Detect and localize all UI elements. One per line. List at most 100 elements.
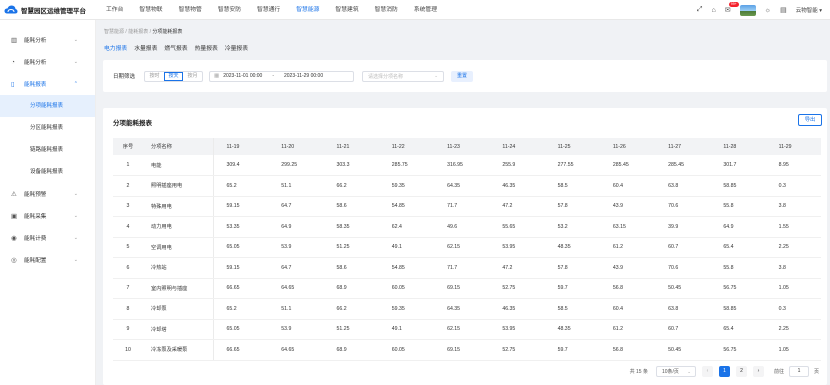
topnav-item[interactable]: 智慧消防 — [375, 0, 398, 20]
table-cell: 63.8 — [655, 298, 711, 320]
table-cell: 59.15 — [213, 257, 269, 279]
topnav-item[interactable]: 工作台 — [106, 0, 123, 20]
page-button-1[interactable]: 1 — [718, 366, 730, 377]
next-page-button[interactable]: › — [752, 366, 764, 377]
select-placeholder: 请选择分项名称 — [368, 73, 404, 80]
table-cell: 1.55 — [765, 216, 821, 238]
table-cell: 60.7 — [655, 319, 711, 340]
table-cell: 59.15 — [213, 196, 269, 217]
goto-page-input[interactable]: 1 — [788, 366, 809, 377]
table-cell: 64.7 — [268, 257, 324, 279]
topnav-item[interactable]: 智慧通行 — [257, 0, 280, 20]
sidebar-item-energy-config[interactable]: ◎ 能耗配置 ⌄ — [0, 249, 95, 271]
table-cell: 5 — [113, 237, 143, 258]
table-cell: 8.95 — [765, 155, 821, 176]
tab-report[interactable]: 冷量报表 — [225, 43, 248, 55]
sidebar-item-energy-analysis[interactable]: ▥ 能耗分析 ⌄ — [0, 29, 95, 51]
table-cell: 8 — [113, 298, 143, 320]
tab-report[interactable]: 燃气报表 — [164, 43, 187, 55]
date-range-picker[interactable]: ▦ 2023-11-01 00:00 - 2023-11-29 00:00 — [209, 70, 355, 82]
column-header: 11-21 — [323, 138, 379, 155]
topnav-item[interactable]: 智慧安防 — [218, 0, 241, 20]
table-cell: 39.9 — [655, 216, 711, 238]
breadcrumb-item[interactable]: 能耗报表 — [128, 29, 148, 35]
table-cell: 255.9 — [489, 155, 545, 176]
tab-report[interactable]: 热量报表 — [195, 43, 218, 55]
sidebar-subitem-zone-report[interactable]: 分区能耗报表 — [0, 117, 95, 139]
avatar[interactable] — [739, 4, 756, 16]
by-hour-button[interactable]: 按时 — [145, 72, 164, 81]
item-name-select[interactable]: 请选择分项名称 ⌄ — [362, 70, 445, 82]
tab-report[interactable]: 水量报表 — [134, 43, 157, 55]
table-cell: 303.3 — [323, 155, 379, 176]
by-day-button[interactable]: 按天 — [164, 71, 184, 81]
table-cell: 49.1 — [378, 237, 435, 258]
table-cell: 59.35 — [378, 175, 435, 197]
table-cell: 65.4 — [710, 319, 766, 340]
document-icon: ▯ — [11, 81, 15, 88]
table-cell: 59.7 — [544, 339, 600, 361]
home-icon[interactable]: ⌂ — [712, 7, 716, 14]
topnav-item[interactable]: 智慧能源 — [296, 0, 319, 20]
topnav-item[interactable]: 系统管理 — [414, 0, 437, 20]
table-cell: 58.5 — [544, 298, 600, 320]
sidebar-item-energy-warning[interactable]: ⚠ 能耗预警 ⌄ — [0, 183, 95, 205]
tab-report[interactable]: 电力报表 — [104, 43, 127, 55]
table-row: 5 空调用电 65.05 53.9 51.25 49.1 62.15 53.95 48.35 61… — [113, 237, 821, 258]
table-cell: 66.2 — [323, 298, 379, 320]
breadcrumb: 智慧能源 / 能耗报表 / 分项能耗报表 — [104, 28, 182, 35]
table-cell: 50.45 — [655, 339, 711, 361]
table-cell: 55.8 — [710, 196, 766, 217]
sidebar-subitem-link-report[interactable]: 链路能耗报表 — [0, 139, 95, 161]
app-logo[interactable]: 智慧园区运维管理平台 — [0, 5, 100, 15]
prev-page-button[interactable]: ‹ — [701, 366, 713, 377]
table-cell: 46.35 — [489, 298, 545, 320]
table-row: 4 动力用电 53.35 64.9 58.35 62.4 49.6 55.65 53.2 63.1… — [113, 216, 821, 238]
table-cell: 68.9 — [323, 278, 379, 299]
topnav-item[interactable]: 智慧建筑 — [335, 0, 358, 20]
column-header: 11-29 — [765, 138, 821, 155]
column-header: 11-24 — [489, 138, 545, 155]
table-cell: 55.65 — [489, 216, 545, 238]
sun-icon[interactable]: ☼ — [765, 7, 771, 14]
sidebar-item-energy-billing[interactable]: ◉ 能耗计费 ⌄ — [0, 227, 95, 249]
chevron-down-icon: ⌄ — [73, 59, 78, 65]
user-menu[interactable]: 云物智能 ▾ — [796, 6, 822, 14]
table-cell: 52.75 — [489, 278, 545, 299]
table-cell: 64.9 — [710, 216, 766, 238]
table-cell: 49.6 — [434, 216, 490, 238]
page-button-2[interactable]: 2 — [735, 366, 747, 377]
page-size-select[interactable]: 10条/页 ⌄ — [655, 366, 696, 377]
sidebar-item-energy-analysis-2[interactable]: ◔ 能耗分析 ⌄ — [0, 51, 95, 73]
by-month-button[interactable]: 按月 — [183, 72, 202, 81]
topnav-item[interactable]: 智慧物联 — [139, 0, 162, 20]
sidebar-item-energy-collection[interactable]: ▣ 能耗采集 ⌄ — [0, 205, 95, 227]
export-button[interactable]: 导出 — [798, 114, 822, 126]
fullscreen-icon[interactable]: ⤢ — [697, 6, 703, 14]
table-cell: 65.2 — [213, 175, 269, 197]
column-header: 11-27 — [655, 138, 711, 155]
table-cell: 53.95 — [489, 237, 545, 258]
topnav-item[interactable]: 智慧物管 — [179, 0, 202, 20]
table-cell: 冷却泵 — [143, 298, 214, 320]
range-separator: - — [272, 73, 274, 79]
sidebar-subitem-device-report[interactable]: 设备能耗报表 — [0, 161, 95, 183]
start-date[interactable]: 2023-11-01 00:00 — [223, 73, 262, 79]
end-date[interactable]: 2023-11-29 00:00 — [284, 73, 323, 79]
table-cell: 60.05 — [378, 278, 435, 299]
display-icon[interactable]: ▤ — [780, 6, 787, 14]
table-cell: 301.7 — [710, 155, 766, 176]
page-size-value: 10条/页 — [661, 369, 679, 375]
message-icon[interactable]: ✉ 99+ — [725, 2, 739, 14]
table-cell: 10 — [113, 339, 143, 361]
breadcrumb-item[interactable]: 智慧能源 — [104, 29, 124, 35]
reset-button[interactable]: 重置 — [451, 70, 474, 82]
table-cell: 58.6 — [323, 257, 379, 279]
sidebar-item-energy-report[interactable]: ▯ 能耗报表 ⌃ — [0, 73, 95, 95]
table-cell: 动力用电 — [143, 216, 214, 238]
table-cell: 64.7 — [268, 196, 324, 217]
table-cell: 照明插座用电 — [143, 175, 214, 197]
table-cell: 47.2 — [489, 196, 545, 217]
table-cell: 54.85 — [378, 257, 435, 279]
sidebar-subitem-item-report[interactable]: 分项能耗报表 — [0, 95, 95, 117]
